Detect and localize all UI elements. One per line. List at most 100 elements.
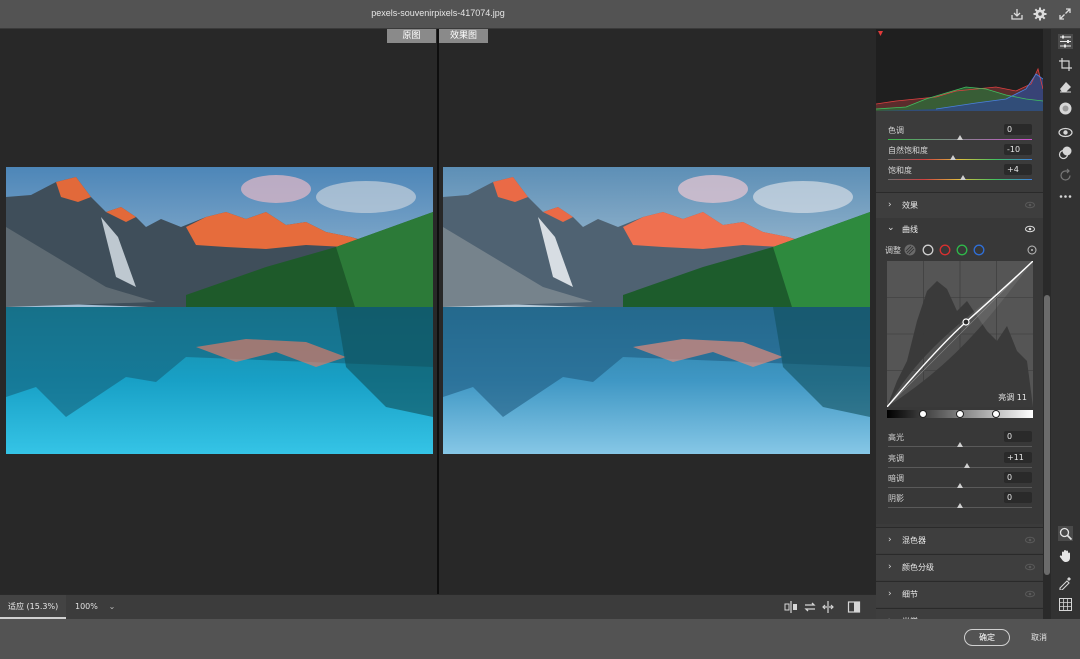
hand-icon[interactable] — [1058, 548, 1073, 563]
shadows-slider[interactable]: 阴影 0 — [888, 492, 1032, 513]
highlights-thumb[interactable] — [957, 442, 963, 447]
title-bar: pexels-souvenirpixels-417074.jpg — [0, 0, 1080, 29]
curve-channel-row: 调整 — [876, 242, 1043, 258]
section-optics[interactable]: › 光学 — [876, 608, 1043, 619]
section-detail[interactable]: › 细节 — [876, 581, 1043, 607]
vibrance-track[interactable] — [888, 159, 1032, 160]
eraser-icon[interactable] — [1058, 79, 1073, 94]
grid-icon[interactable] — [1058, 597, 1073, 612]
lights-value[interactable]: +11 — [1004, 452, 1032, 463]
blue-channel-icon[interactable] — [973, 244, 985, 256]
darks-thumb[interactable] — [957, 483, 963, 488]
presets-icon[interactable] — [1058, 145, 1073, 160]
histogram — [876, 29, 1043, 111]
vibrance-label: 自然饱和度 — [888, 146, 928, 155]
shadows-value[interactable]: 0 — [1004, 492, 1032, 503]
vibrance-value[interactable]: -10 — [1004, 144, 1032, 155]
curves-panel: ⌄ 曲线 调整 亮调 11 高光 0 亮调 +11 暗调 0 阴影 0 — [876, 218, 1043, 524]
section-mixer-label: 混色器 — [902, 536, 926, 545]
shadows-thumb[interactable] — [957, 503, 963, 508]
snapshot-icon[interactable] — [1058, 168, 1073, 183]
hue-thumb[interactable] — [957, 135, 963, 140]
panel-scrollbar[interactable] — [1043, 29, 1051, 619]
saturation-thumb[interactable] — [959, 175, 966, 180]
hue-slider[interactable]: 色调 0 — [888, 124, 1032, 145]
scrollbar-thumb[interactable] — [1044, 295, 1050, 575]
edit-panel: 色调 0 自然饱和度 -10 饱和度 +4 › 效果 ⌄ 曲线 调整 亮调 11… — [876, 29, 1043, 619]
darks-value[interactable]: 0 — [1004, 472, 1032, 483]
split-handle-midtones[interactable] — [956, 410, 964, 418]
parametric-curve-icon[interactable] — [904, 244, 916, 256]
darks-label: 暗调 — [888, 474, 904, 483]
zoom-dropdown[interactable]: ⌄ — [105, 595, 119, 619]
chevron-right-icon: › — [888, 200, 892, 210]
adjust-label: 调整 — [885, 246, 901, 255]
dialog-footer: 确定 取消 — [0, 619, 1080, 659]
lights-thumb[interactable] — [964, 463, 971, 468]
chevron-right-icon: › — [888, 589, 892, 599]
swap-icon[interactable] — [803, 600, 817, 614]
before-after-split-icon[interactable] — [784, 600, 798, 614]
settings-icon[interactable] — [1032, 6, 1048, 22]
chevron-down-icon: ⌄ — [887, 223, 895, 233]
download-icon[interactable] — [1009, 6, 1025, 22]
section-curves-label: 曲线 — [902, 225, 918, 234]
more-icon[interactable] — [1058, 189, 1073, 204]
vibrance-thumb[interactable] — [949, 155, 956, 160]
panel-gap — [876, 111, 1043, 125]
highlights-value[interactable]: 0 — [1004, 431, 1032, 442]
section-mixer[interactable]: › 混色器 — [876, 527, 1043, 553]
red-channel-icon[interactable] — [939, 244, 951, 256]
curve-graph[interactable]: 亮调 11 — [887, 261, 1033, 407]
saturation-value[interactable]: +4 — [1004, 164, 1032, 175]
section-color-grading-label: 颜色分级 — [902, 563, 934, 572]
lights-track[interactable] — [888, 467, 1032, 468]
darks-slider[interactable]: 暗调 0 — [888, 472, 1032, 493]
fit-zoom-button[interactable]: 适应 (15.3%) — [0, 595, 66, 619]
mask-circle-icon[interactable] — [1058, 101, 1073, 116]
before-image — [6, 167, 433, 454]
saturation-slider[interactable]: 饱和度 +4 — [888, 164, 1032, 185]
hue-label: 色调 — [888, 126, 904, 135]
before-label: 原图 — [387, 29, 436, 43]
edit-sliders-icon[interactable] — [1058, 34, 1073, 49]
curve-region-readout: 亮调 11 — [998, 392, 1027, 402]
fullscreen-icon[interactable] — [1057, 6, 1073, 22]
target-adjust-icon[interactable] — [1027, 245, 1037, 255]
zoom-100-button[interactable]: 100% — [70, 595, 106, 619]
section-effects[interactable]: › 效果 — [876, 192, 1043, 218]
vibrance-slider[interactable]: 自然饱和度 -10 — [888, 144, 1032, 165]
split-handle-shadows[interactable] — [919, 410, 927, 418]
lights-slider[interactable]: 亮调 +11 — [888, 452, 1032, 473]
after-label: 效果图 — [439, 29, 488, 43]
section-curves[interactable]: ⌄ 曲线 — [876, 218, 1043, 240]
redeye-icon[interactable] — [1058, 125, 1073, 140]
section-color-grading[interactable]: › 颜色分级 — [876, 554, 1043, 580]
cancel-button[interactable]: 取消 — [1024, 629, 1054, 646]
eye-icon[interactable] — [1025, 563, 1035, 571]
after-image — [443, 167, 870, 454]
toggle-compare-icon[interactable] — [847, 600, 861, 614]
copy-settings-icon[interactable] — [821, 600, 835, 614]
section-effects-label: 效果 — [902, 201, 918, 210]
green-channel-icon[interactable] — [956, 244, 968, 256]
crop-icon[interactable] — [1058, 57, 1073, 72]
eye-icon[interactable] — [1025, 536, 1035, 544]
eye-icon[interactable] — [1025, 590, 1035, 598]
rgb-channel-icon[interactable] — [922, 244, 934, 256]
eye-icon[interactable] — [1025, 225, 1035, 233]
eye-icon[interactable] — [1025, 201, 1035, 209]
tool-strip — [1051, 29, 1080, 619]
panel-scroll-area[interactable]: 色调 0 自然饱和度 -10 饱和度 +4 › 效果 ⌄ 曲线 调整 亮调 11… — [876, 124, 1043, 619]
compare-divider[interactable] — [437, 29, 439, 594]
lights-label: 亮调 — [888, 454, 904, 463]
hue-value[interactable]: 0 — [1004, 124, 1032, 135]
highlights-slider[interactable]: 高光 0 — [888, 431, 1032, 452]
split-handle-highlights[interactable] — [992, 410, 1000, 418]
ok-button[interactable]: 确定 — [964, 629, 1010, 646]
color-sampler-icon[interactable] — [1058, 575, 1073, 590]
chevron-right-icon: › — [888, 562, 892, 572]
zoom-icon[interactable] — [1058, 526, 1073, 541]
preview-canvas[interactable]: 原图 效果图 — [0, 29, 876, 594]
document-title: pexels-souvenirpixels-417074.jpg — [371, 8, 505, 18]
